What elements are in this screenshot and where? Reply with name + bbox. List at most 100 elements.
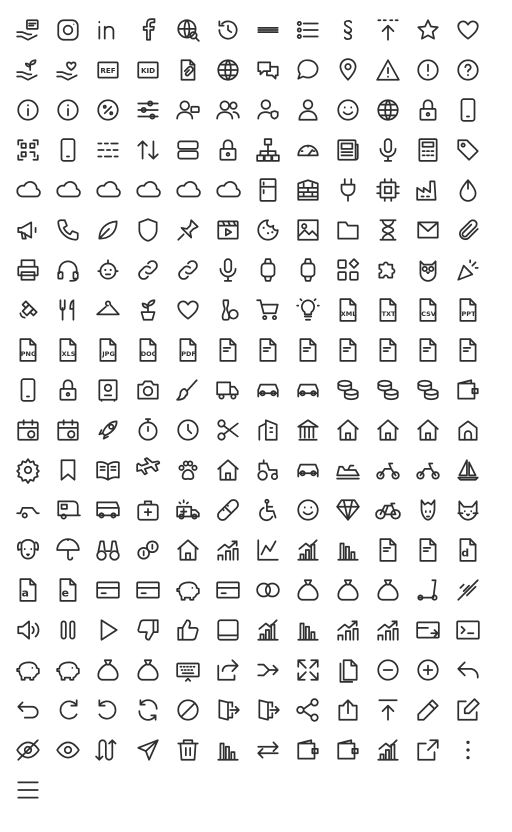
- warning-icon[interactable]: [368, 50, 408, 90]
- hand-heart-icon[interactable]: [48, 50, 88, 90]
- user-shield-icon[interactable]: [248, 90, 288, 130]
- document-add-icon[interactable]: [408, 330, 448, 370]
- doc-file-icon[interactable]: DOC: [128, 330, 168, 370]
- terminal-icon[interactable]: [448, 610, 488, 650]
- diamond-icon[interactable]: [328, 490, 368, 530]
- plant-pot-icon[interactable]: [128, 290, 168, 330]
- book-open-icon[interactable]: [88, 450, 128, 490]
- sort-icon[interactable]: [128, 130, 168, 170]
- wallet-icon[interactable]: [448, 370, 488, 410]
- scooter-icon[interactable]: [408, 450, 448, 490]
- payment-card-icon[interactable]: [208, 570, 248, 610]
- facebook-icon[interactable]: [128, 10, 168, 50]
- eye-icon[interactable]: [48, 730, 88, 770]
- puzzle-icon[interactable]: [368, 250, 408, 290]
- microphone-icon[interactable]: [368, 130, 408, 170]
- info-exclaim-icon[interactable]: [408, 50, 448, 90]
- watch-icon[interactable]: [248, 250, 288, 290]
- chart-transfer-icon[interactable]: [248, 610, 288, 650]
- png-file-icon[interactable]: PNG: [8, 330, 48, 370]
- linkedin-icon[interactable]: [88, 10, 128, 50]
- help-icon[interactable]: [448, 50, 488, 90]
- owl-icon[interactable]: [408, 250, 448, 290]
- keyboard-icon[interactable]: [168, 650, 208, 690]
- lightbulb-icon[interactable]: [288, 290, 328, 330]
- kid-badge-icon[interactable]: KID: [128, 50, 168, 90]
- house-heat-icon[interactable]: [368, 410, 408, 450]
- arrow-up-dashed-icon[interactable]: [368, 10, 408, 50]
- xml-file-icon[interactable]: XML: [328, 290, 368, 330]
- clock-icon[interactable]: [168, 410, 208, 450]
- document-undo-icon[interactable]: [368, 530, 408, 570]
- external-link-icon[interactable]: [408, 730, 448, 770]
- document-a-icon[interactable]: a: [8, 570, 48, 610]
- dash-lines-icon[interactable]: [88, 130, 128, 170]
- link-broken-icon[interactable]: [128, 250, 168, 290]
- upload-icon[interactable]: [328, 690, 368, 730]
- sliders-icon[interactable]: [128, 90, 168, 130]
- logout-icon[interactable]: [208, 690, 248, 730]
- phone-qr-icon[interactable]: [48, 130, 88, 170]
- coins-icon[interactable]: [368, 370, 408, 410]
- sailboat-icon[interactable]: [448, 450, 488, 490]
- currency-exchange-icon[interactable]: [128, 530, 168, 570]
- piggy-bank-in-icon[interactable]: [8, 650, 48, 690]
- pencil-icon[interactable]: [408, 690, 448, 730]
- bookmark-icon[interactable]: [48, 450, 88, 490]
- shield-icon[interactable]: [128, 210, 168, 250]
- document-award-icon[interactable]: [208, 330, 248, 370]
- house-kr-icon[interactable]: [328, 410, 368, 450]
- party-popper-icon[interactable]: [448, 250, 488, 290]
- document-search-icon[interactable]: [288, 330, 328, 370]
- location-pin-icon[interactable]: [328, 50, 368, 90]
- speedometer-icon[interactable]: [288, 130, 328, 170]
- money-bag-kr-icon[interactable]: [368, 570, 408, 610]
- info-icon[interactable]: [48, 90, 88, 130]
- coins-stack-icon[interactable]: [408, 370, 448, 410]
- lock-closed-icon[interactable]: [48, 370, 88, 410]
- factory-icon[interactable]: [408, 170, 448, 210]
- wheelchair-icon[interactable]: [248, 490, 288, 530]
- newspaper-icon[interactable]: [328, 130, 368, 170]
- ppt-file-icon[interactable]: PPT: [448, 290, 488, 330]
- hierarchy-icon[interactable]: [248, 130, 288, 170]
- no-connection-icon[interactable]: [448, 570, 488, 610]
- lock-eye-icon[interactable]: [408, 90, 448, 130]
- txt-file-icon[interactable]: TXT: [368, 290, 408, 330]
- return-icon[interactable]: [8, 690, 48, 730]
- safe-icon[interactable]: [88, 370, 128, 410]
- fridge-icon[interactable]: [248, 170, 288, 210]
- bandage-icon[interactable]: [208, 490, 248, 530]
- cloud-icon[interactable]: [208, 170, 248, 210]
- jpg-file-icon[interactable]: JPG: [88, 330, 128, 370]
- redo-icon[interactable]: [48, 690, 88, 730]
- ambulance-icon[interactable]: [168, 490, 208, 530]
- settings-icon[interactable]: [8, 450, 48, 490]
- chart-line-icon[interactable]: [248, 530, 288, 570]
- calendar-sync-icon[interactable]: [8, 410, 48, 450]
- cloud-rain-icon[interactable]: [8, 170, 48, 210]
- hourglass-icon[interactable]: [368, 210, 408, 250]
- image-icon[interactable]: [288, 210, 328, 250]
- headset-icon[interactable]: [48, 250, 88, 290]
- merge-icon[interactable]: [248, 650, 288, 690]
- dog-icon[interactable]: [8, 530, 48, 570]
- card-transfer-icon[interactable]: [408, 610, 448, 650]
- cat-icon[interactable]: [448, 490, 488, 530]
- pause-icon[interactable]: [48, 610, 88, 650]
- chart-exchange-icon[interactable]: [288, 610, 328, 650]
- undo-icon[interactable]: [88, 690, 128, 730]
- arrow-up-bar-icon[interactable]: [368, 690, 408, 730]
- cloud-download-icon[interactable]: [128, 170, 168, 210]
- plug-icon[interactable]: [328, 170, 368, 210]
- tag-icon[interactable]: [448, 130, 488, 170]
- ref-badge-icon[interactable]: REF: [88, 50, 128, 90]
- money-bag-exchange-icon[interactable]: [128, 650, 168, 690]
- microphone-2-icon[interactable]: [208, 250, 248, 290]
- star-icon[interactable]: [408, 10, 448, 50]
- jetski-icon[interactable]: [328, 450, 368, 490]
- smartphone-icon[interactable]: [8, 370, 48, 410]
- caravan-icon[interactable]: [48, 490, 88, 530]
- qr-code-icon[interactable]: [8, 130, 48, 170]
- thumb-down-icon[interactable]: [128, 610, 168, 650]
